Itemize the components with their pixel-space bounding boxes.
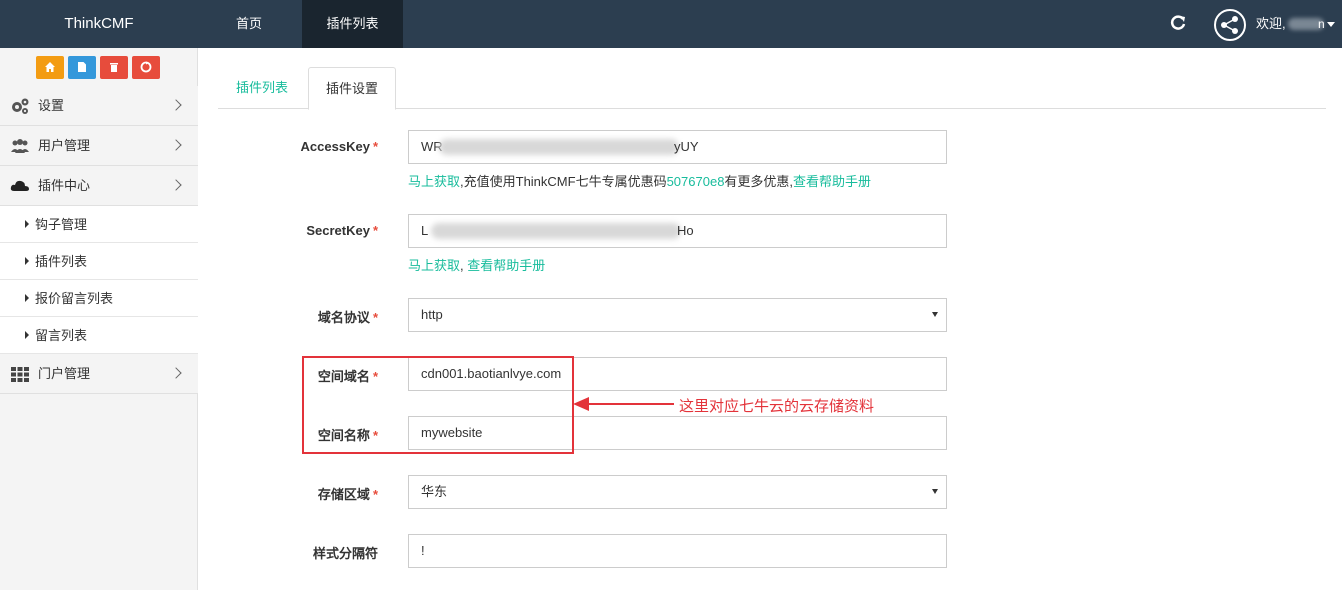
style-separator-label: 样式分隔符 — [312, 546, 378, 561]
sidebar-subitem-messages[interactable]: 留言列表 — [0, 317, 198, 354]
sidebar-subitem-label: 插件列表 — [35, 254, 88, 269]
avatar[interactable] — [1214, 9, 1246, 41]
chevron-right-icon — [170, 99, 182, 111]
settings-tabs: 插件列表 插件设置 — [218, 67, 1326, 110]
zone-label: 存储区域 * — [317, 487, 378, 502]
caret-down-icon — [932, 312, 938, 317]
secret-key-label: SecretKey * — [306, 223, 378, 238]
nav-plugin-list[interactable]: 插件列表 — [302, 0, 403, 48]
document-shortcut-button[interactable] — [68, 56, 96, 79]
required-mark: * — [372, 310, 378, 325]
annotation-arrow-line — [586, 403, 674, 405]
secret-key-input[interactable]: L Ho — [408, 214, 947, 248]
sidebar-item-plugin-center[interactable]: 插件中心 — [0, 166, 198, 206]
tab-plugin-settings[interactable]: 插件设置 — [308, 67, 396, 110]
grid-icon — [11, 367, 29, 382]
refresh-icon[interactable] — [1168, 13, 1188, 33]
get-key-link[interactable]: 马上获取 — [408, 174, 460, 189]
zone-select[interactable]: 华东 — [408, 475, 947, 509]
sidebar-subitem-label: 报价留言列表 — [35, 291, 114, 306]
trash-icon — [110, 63, 118, 72]
annotation-text: 这里对应七牛云的云存储资料 — [679, 398, 875, 415]
access-key-help: 马上获取,充值使用ThinkCMF七牛专属优惠码507670e8有更多优惠,查看… — [408, 174, 872, 189]
style-separator-input[interactable]: ! — [408, 534, 947, 568]
sidebar-item-portal[interactable]: 门户管理 — [0, 354, 198, 394]
sidebar-item-label: 用户管理 — [38, 138, 91, 153]
caret-right-icon — [25, 257, 29, 265]
protocol-label: 域名协议 * — [317, 310, 378, 325]
redacted-mask — [439, 139, 679, 155]
top-navbar: ThinkCMF 首页 插件列表 欢迎, n — [0, 0, 1342, 48]
access-key-input[interactable]: WR yUY — [408, 130, 947, 164]
sidebar-item-label: 门户管理 — [38, 366, 91, 381]
chevron-right-icon — [170, 367, 182, 379]
caret-right-icon — [25, 294, 29, 302]
help-manual-link[interactable]: 查看帮助手册 — [793, 174, 871, 189]
required-mark: * — [372, 487, 378, 502]
sidebar-subitem-label: 留言列表 — [35, 328, 88, 343]
home-shortcut-button[interactable] — [36, 56, 64, 79]
required-mark: * — [372, 139, 378, 154]
coupon-code: 507670e8 — [666, 174, 725, 189]
file-icon — [78, 62, 86, 72]
recycle-icon — [140, 61, 152, 73]
annotation-highlight-box — [302, 356, 574, 454]
sidebar-item-settings[interactable]: 设置 — [0, 86, 198, 126]
chevron-right-icon — [170, 179, 182, 191]
sidebar-subitem-hooks[interactable]: 钩子管理 — [0, 206, 198, 243]
sidebar-subitem-label: 钩子管理 — [35, 217, 88, 232]
access-key-label: AccessKey * — [300, 139, 378, 154]
sidebar-item-label: 插件中心 — [38, 178, 91, 193]
sidebar-item-users[interactable]: 用户管理 — [0, 126, 198, 166]
secret-key-help: 马上获取, 查看帮助手册 — [408, 258, 546, 273]
sidebar-item-label: 设置 — [38, 98, 65, 113]
cloud-icon — [10, 180, 30, 191]
users-icon — [11, 139, 29, 153]
brand-logo[interactable]: ThinkCMF — [0, 0, 198, 48]
home-icon — [45, 62, 55, 72]
tab-plugin-list[interactable]: 插件列表 — [218, 67, 306, 109]
caret-down-icon — [932, 489, 938, 494]
get-key-link[interactable]: 马上获取 — [408, 258, 460, 273]
protocol-select[interactable]: http — [408, 298, 947, 332]
sidebar-subitem-quote-messages[interactable]: 报价留言列表 — [0, 280, 198, 317]
recycle-shortcut-button[interactable] — [132, 56, 160, 79]
username-tail: n — [1318, 17, 1325, 31]
sidebar-subitem-plugin-list[interactable]: 插件列表 — [0, 243, 198, 280]
user-welcome-text[interactable]: 欢迎, — [1256, 0, 1286, 48]
chevron-right-icon — [170, 139, 182, 151]
caret-right-icon — [25, 331, 29, 339]
trash-shortcut-button[interactable] — [100, 56, 128, 79]
caret-down-icon[interactable] — [1327, 22, 1335, 27]
gears-icon — [12, 98, 29, 114]
redacted-mask — [431, 223, 681, 239]
help-manual-link[interactable]: 查看帮助手册 — [467, 258, 545, 273]
sidebar: 设置 用户管理 插件中心 钩子管理 插件列表 报价留言列表 留言列表 门户管理 — [0, 48, 198, 590]
required-mark: * — [372, 223, 378, 238]
caret-right-icon — [25, 220, 29, 228]
nav-home[interactable]: 首页 — [198, 0, 300, 48]
